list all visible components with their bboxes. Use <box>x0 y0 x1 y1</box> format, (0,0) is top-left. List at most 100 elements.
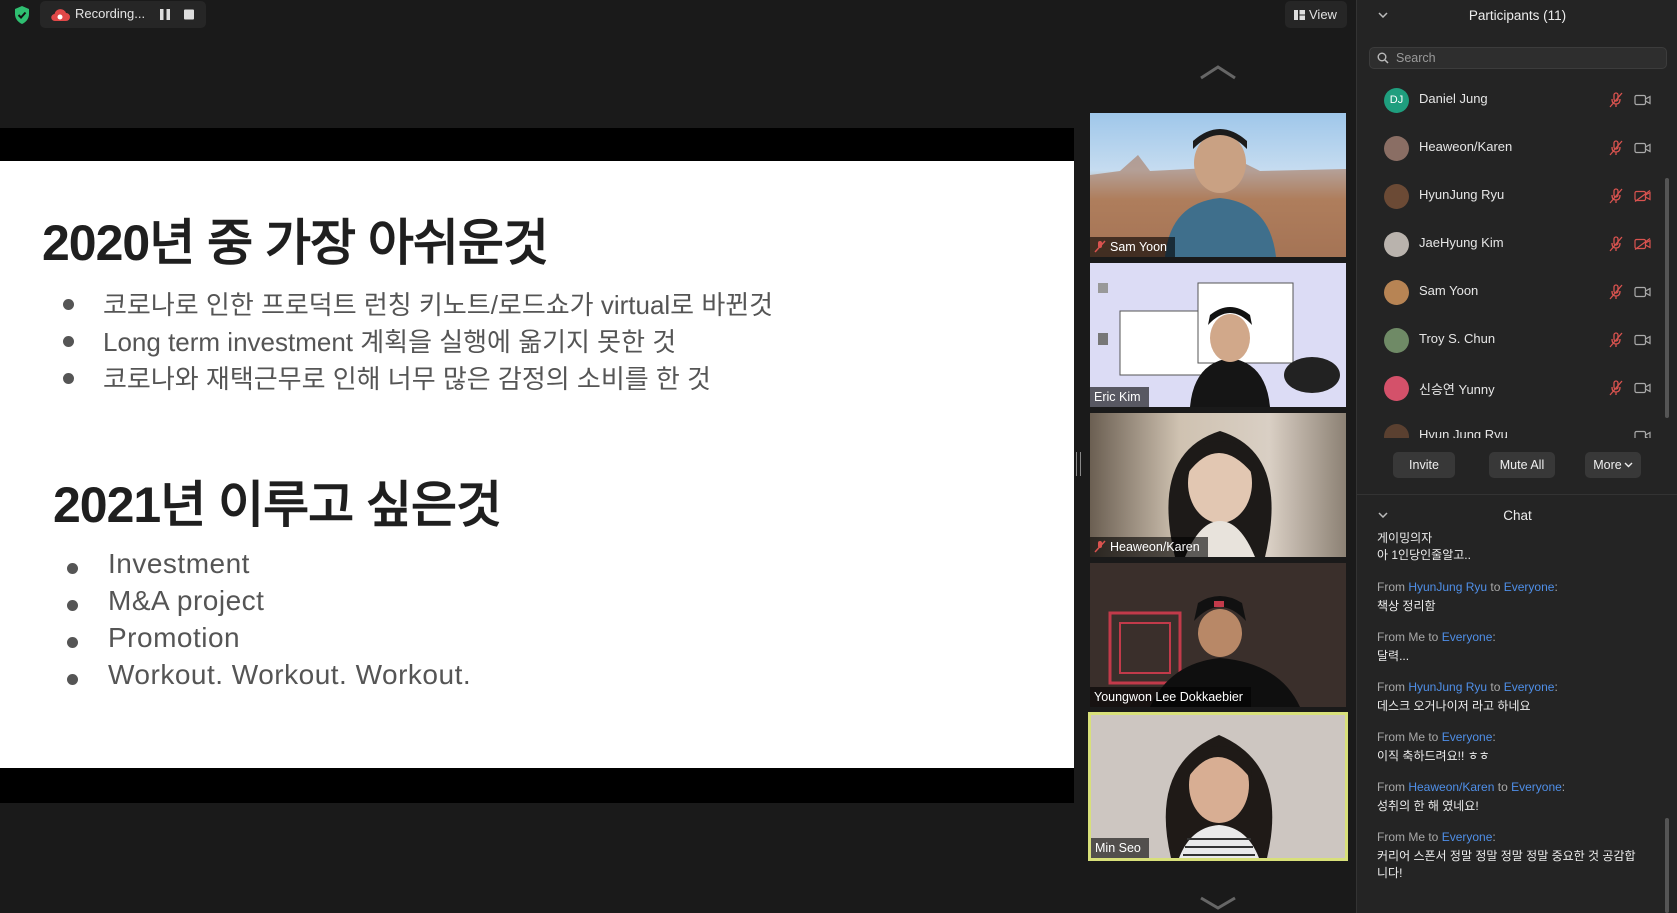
search-icon <box>1377 52 1389 64</box>
video-camera-icon[interactable] <box>1634 382 1651 394</box>
chat-recipient-link[interactable]: Everyone <box>1442 830 1493 844</box>
bullet-dot <box>67 674 78 685</box>
muted-mic-icon <box>1094 540 1106 553</box>
participant-row[interactable]: Sam Yoon <box>1357 268 1667 316</box>
participants-header: Participants (11) <box>1357 0 1677 32</box>
participant-row[interactable]: DJ Daniel Jung <box>1357 76 1667 124</box>
participant-video-feed <box>1090 263 1346 407</box>
avatar <box>1384 424 1409 438</box>
invite-button[interactable]: Invite <box>1393 452 1455 478</box>
chat-to-text: to <box>1425 630 1442 644</box>
bullet-dot <box>63 373 74 384</box>
video-tile[interactable]: Heaweon/Karen <box>1090 413 1346 557</box>
video-name: Youngwon Lee Dokkaebier <box>1094 690 1243 704</box>
slide-bullet-text: 코로나와 재택근무로 인해 너무 많은 감정의 소비를 한 것 <box>103 364 711 394</box>
chat-recipient-link[interactable]: Everyone <box>1504 680 1555 694</box>
chat-recipient-link[interactable]: Everyone <box>1442 730 1493 744</box>
slide-bullet: Investment <box>67 548 471 585</box>
chat-to-text: to <box>1425 730 1442 744</box>
video-camera-icon[interactable] <box>1634 94 1651 106</box>
video-off-icon[interactable] <box>1634 190 1651 202</box>
chat-sender-link[interactable]: Heaweon/Karen <box>1408 780 1494 794</box>
video-tile[interactable]: Sam Yoon <box>1090 113 1346 257</box>
view-button[interactable]: View <box>1285 1 1347 28</box>
chat-recipient-link[interactable]: Everyone <box>1442 630 1493 644</box>
participant-row[interactable]: 신승연 Yunny <box>1357 364 1667 412</box>
chat-from-prefix: From <box>1377 830 1409 844</box>
active-speaker-video-tile[interactable]: Min Seo <box>1088 712 1348 861</box>
chat-sender-link[interactable]: HyunJung Ryu <box>1408 680 1487 694</box>
participant-search[interactable] <box>1369 47 1667 69</box>
participant-video-feed <box>1165 735 1273 858</box>
chat-scrollbar[interactable] <box>1665 818 1669 913</box>
chat-recipient-link[interactable]: Everyone <box>1511 780 1562 794</box>
muted-mic-icon[interactable] <box>1609 380 1623 396</box>
participant-row[interactable]: JaeHyung Kim <box>1357 220 1667 268</box>
more-button-label: More <box>1593 458 1622 472</box>
chat-sender-link[interactable]: HyunJung Ryu <box>1408 580 1487 594</box>
participant-row[interactable]: Heaweon/Karen <box>1357 124 1667 172</box>
video-name-label: Youngwon Lee Dokkaebier <box>1090 687 1251 707</box>
muted-mic-icon[interactable] <box>1609 236 1623 252</box>
panel-divider <box>1357 494 1677 495</box>
muted-mic-icon[interactable] <box>1609 92 1623 108</box>
more-button[interactable]: More <box>1585 452 1641 478</box>
muted-mic-icon[interactable] <box>1609 332 1623 348</box>
chat-message: From Me to Everyone: 이직 축하드려요!! ㅎㅎ <box>1377 730 1657 765</box>
bullet-dot <box>63 299 74 310</box>
search-input[interactable] <box>1396 48 1656 68</box>
chat-text: 커리어 스폰서 정말 정말 정말 정말 중요한 것 공감합니다! <box>1377 849 1636 880</box>
security-shield-icon[interactable] <box>14 6 30 24</box>
video-camera-icon[interactable] <box>1634 430 1651 438</box>
stop-recording-button[interactable] <box>183 8 195 21</box>
recording-label: Recording... <box>75 6 146 21</box>
avatar: DJ <box>1384 88 1409 113</box>
chat-from-line: From Me to Everyone: <box>1377 830 1496 844</box>
participant-video-feed <box>1168 431 1272 557</box>
participant-name: Heaweon/Karen <box>1419 139 1513 154</box>
resize-divider-handle[interactable] <box>1076 452 1081 476</box>
slide-heading-2020: 2020년 중 가장 아쉬운것 <box>42 215 549 271</box>
chat-from-line: From Heaweon/Karen to Everyone: <box>1377 780 1566 794</box>
participant-list: DJ Daniel Jung Heaweon/Karen HyunJung Ry… <box>1357 76 1667 438</box>
video-tile[interactable]: Eric Kim <box>1090 263 1346 407</box>
avatar <box>1384 136 1409 161</box>
slide-bullet-text: Long term investment 계획을 실행에 옮기지 못한 것 <box>103 327 677 357</box>
muted-mic-icon <box>1094 240 1106 253</box>
participant-row[interactable]: HyunJung Ryu <box>1357 172 1667 220</box>
chat-text: 이직 축하드려요!! ㅎㅎ <box>1377 749 1490 763</box>
chat-partial-line: 아 1인당인줄알고.. <box>1377 548 1471 562</box>
slide-bullet-text: 코로나로 인한 프로덕트 런칭 키노트/로드쇼가 virtual로 바뀐것 <box>103 290 774 320</box>
chat-to-text: to <box>1425 830 1442 844</box>
scroll-down-chevron-icon[interactable] <box>1199 896 1237 910</box>
participant-actions: Invite Mute All More <box>1357 452 1677 480</box>
participants-scrollbar[interactable] <box>1665 178 1669 418</box>
scroll-up-chevron-icon[interactable] <box>1199 64 1237 80</box>
pause-recording-button[interactable] <box>159 8 171 21</box>
participant-name: Hyun Jung Ryu <box>1419 427 1508 438</box>
view-button-label: View <box>1309 7 1337 22</box>
participant-row[interactable]: Troy S. Chun <box>1357 316 1667 364</box>
slide-list-2020: 코로나로 인한 프로덕트 런칭 키노트/로드쇼가 virtual로 바뀐것 Lo… <box>63 285 773 396</box>
video-off-icon[interactable] <box>1634 238 1651 250</box>
video-camera-icon[interactable] <box>1634 142 1651 154</box>
bullet-dot <box>67 600 78 611</box>
muted-mic-icon[interactable] <box>1609 284 1623 300</box>
slide-bullet-text: Investment <box>108 548 250 579</box>
muted-mic-icon[interactable] <box>1609 188 1623 204</box>
video-camera-icon[interactable] <box>1634 334 1651 346</box>
video-name: Heaweon/Karen <box>1110 540 1200 554</box>
chat-sender: Me <box>1408 730 1426 744</box>
video-camera-icon[interactable] <box>1634 286 1651 298</box>
mute-all-button[interactable]: Mute All <box>1489 452 1555 478</box>
chat-message: From HyunJung Ryu to Everyone: 책상 정리함 <box>1377 580 1657 615</box>
chat-title: Chat <box>1503 508 1532 523</box>
presentation-slide: 2020년 중 가장 아쉬운것 코로나로 인한 프로덕트 런칭 키노트/로드쇼가… <box>0 161 1074 768</box>
video-tile[interactable]: Youngwon Lee Dokkaebier <box>1090 563 1346 707</box>
participant-row[interactable]: Hyun Jung Ryu <box>1357 412 1667 438</box>
chat-to-text: to <box>1487 580 1504 594</box>
chat-message: From Me to Everyone: 달력... <box>1377 630 1657 665</box>
chat-text: 성취의 한 해 였네요! <box>1377 799 1479 813</box>
chat-recipient-link[interactable]: Everyone <box>1504 580 1555 594</box>
muted-mic-icon[interactable] <box>1609 140 1623 156</box>
